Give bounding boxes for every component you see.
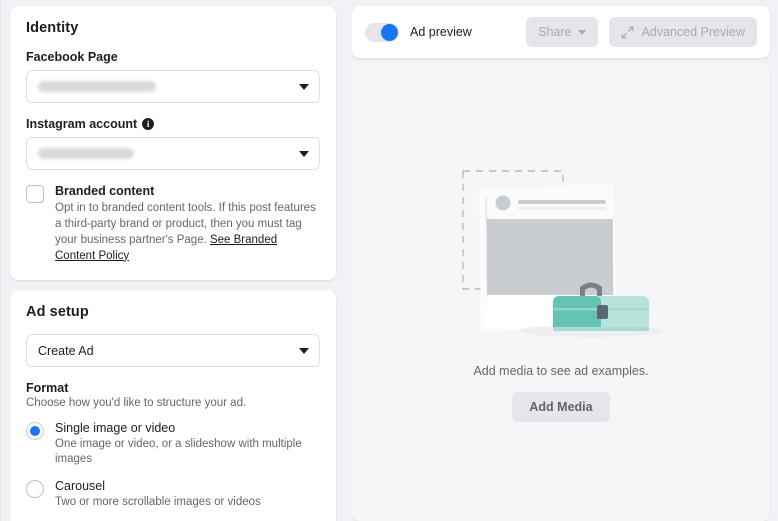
ad-preview-header: Ad preview Share Advanced Preview — [352, 6, 770, 58]
format-option-title: Single image or video — [55, 421, 176, 436]
branded-content-row: Branded content Opt in to branded conten… — [26, 184, 320, 264]
format-option-desc: Two or more scrollable images or videos — [55, 496, 261, 509]
instagram-account-select[interactable] — [26, 137, 320, 170]
branded-content-checkbox[interactable] — [26, 185, 44, 203]
create-ad-select[interactable]: Create Ad — [26, 334, 320, 368]
branded-content-label: Branded content — [55, 184, 155, 198]
facebook-page-label: Facebook Page — [26, 50, 320, 64]
media-placeholder-illustration — [462, 169, 663, 337]
empty-state-text: Add media to see ad examples. — [473, 363, 649, 378]
ad-setup-title: Ad setup — [26, 304, 89, 321]
facebook-page-select[interactable] — [26, 70, 320, 103]
chevron-down-icon — [299, 347, 309, 354]
branded-content-description: Opt in to branded content tools. If this… — [55, 201, 320, 264]
instagram-account-redacted-value — [38, 148, 134, 159]
advanced-preview-button-label: Advanced Preview — [641, 25, 745, 39]
instagram-account-label: Instagram account i — [26, 117, 320, 131]
format-help-text: Choose how you'd like to structure your … — [26, 397, 247, 410]
ad-preview-toggle[interactable] — [365, 22, 399, 42]
toggle-knob — [381, 23, 398, 41]
format-option-title: Carousel — [55, 479, 106, 494]
advanced-preview-button[interactable]: Advanced Preview — [609, 17, 757, 47]
chevron-down-icon — [299, 83, 309, 90]
format-option-desc: One image or video, or a slideshow with … — [55, 438, 302, 466]
ad-preview-column: Ad preview Share Advanced Preview Add me… — [352, 0, 778, 521]
identity-title: Identity — [26, 20, 79, 36]
add-media-button[interactable]: Add Media — [512, 391, 610, 422]
facebook-page-redacted-value — [38, 81, 156, 92]
instagram-account-label-text: Instagram account — [26, 117, 138, 131]
format-option-carousel[interactable]: Carousel Two or more scrollable images o… — [26, 479, 320, 510]
left-settings-column: Identity Facebook Page Instagram account… — [0, 0, 344, 521]
facebook-page-label-text: Facebook Page — [26, 50, 118, 64]
ad-setup-card: Ad setup Create Ad Format Choose how you… — [10, 290, 336, 521]
format-option-single-image-or-video[interactable]: Single image or video One image or video… — [26, 421, 320, 467]
radio-single-image-or-video[interactable] — [26, 422, 44, 441]
ad-preview-toggle-label: Ad preview — [410, 25, 472, 39]
format-label: Format — [26, 381, 69, 396]
chevron-down-icon — [299, 150, 309, 157]
chevron-down-icon — [578, 29, 587, 35]
ad-creation-screen: Identity Facebook Page Instagram account… — [0, 0, 778, 521]
identity-card: Identity Facebook Page Instagram account… — [10, 6, 336, 281]
ad-preview-empty-state: Add media to see ad examples. Add Media — [352, 63, 770, 521]
info-icon[interactable]: i — [142, 118, 155, 130]
share-button-label: Share — [538, 25, 572, 39]
expand-icon — [622, 26, 634, 38]
create-ad-select-value: Create Ad — [38, 343, 94, 358]
share-button[interactable]: Share — [526, 17, 599, 47]
radio-carousel[interactable] — [26, 480, 44, 499]
